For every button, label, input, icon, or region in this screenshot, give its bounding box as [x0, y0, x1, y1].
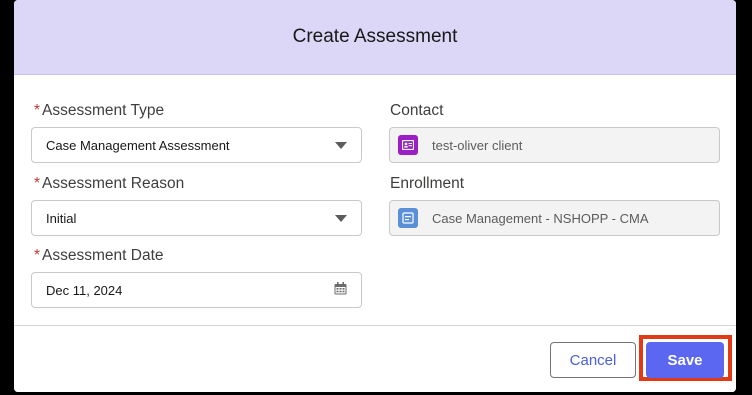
record-icon: [398, 208, 418, 228]
assessment-type-value: Case Management Assessment: [46, 137, 230, 153]
required-marker: *: [34, 247, 41, 264]
assessment-type-label: * Assessment Type: [34, 102, 165, 119]
assessment-date-input[interactable]: Dec 11, 2024: [31, 272, 362, 308]
assessment-reason-select[interactable]: Initial: [31, 200, 362, 236]
required-marker: *: [34, 175, 41, 192]
dialog-footer: Cancel Save: [14, 325, 736, 392]
contact-field: test-oliver client: [389, 127, 720, 163]
enrollment-field: Case Management - NSHOPP - CMA: [389, 200, 720, 236]
dialog-body: * Assessment Type Case Management Assessm…: [14, 75, 736, 325]
assessment-date-label: * Assessment Date: [34, 247, 164, 264]
cancel-button[interactable]: Cancel: [550, 342, 636, 378]
assessment-reason-label: * Assessment Reason: [34, 175, 185, 192]
chevron-down-icon: [335, 141, 347, 149]
calendar-icon[interactable]: [334, 282, 347, 298]
contact-value: test-oliver client: [432, 137, 523, 153]
enrollment-value: Case Management - NSHOPP - CMA: [432, 210, 649, 226]
create-assessment-dialog: Create Assessment * Assessment Type Case …: [14, 0, 736, 392]
required-marker: *: [34, 102, 41, 119]
chevron-down-icon: [335, 214, 347, 222]
enrollment-label: Enrollment: [390, 175, 465, 192]
assessment-date-value: Dec 11, 2024: [46, 282, 123, 298]
dialog-header: Create Assessment: [14, 0, 736, 75]
assessment-reason-value: Initial: [46, 210, 77, 226]
save-button[interactable]: Save: [646, 342, 724, 378]
dialog-title: Create Assessment: [292, 26, 458, 47]
contact-card-icon: [398, 135, 418, 155]
contact-label: Contact: [390, 102, 444, 119]
assessment-type-select[interactable]: Case Management Assessment: [31, 127, 362, 163]
